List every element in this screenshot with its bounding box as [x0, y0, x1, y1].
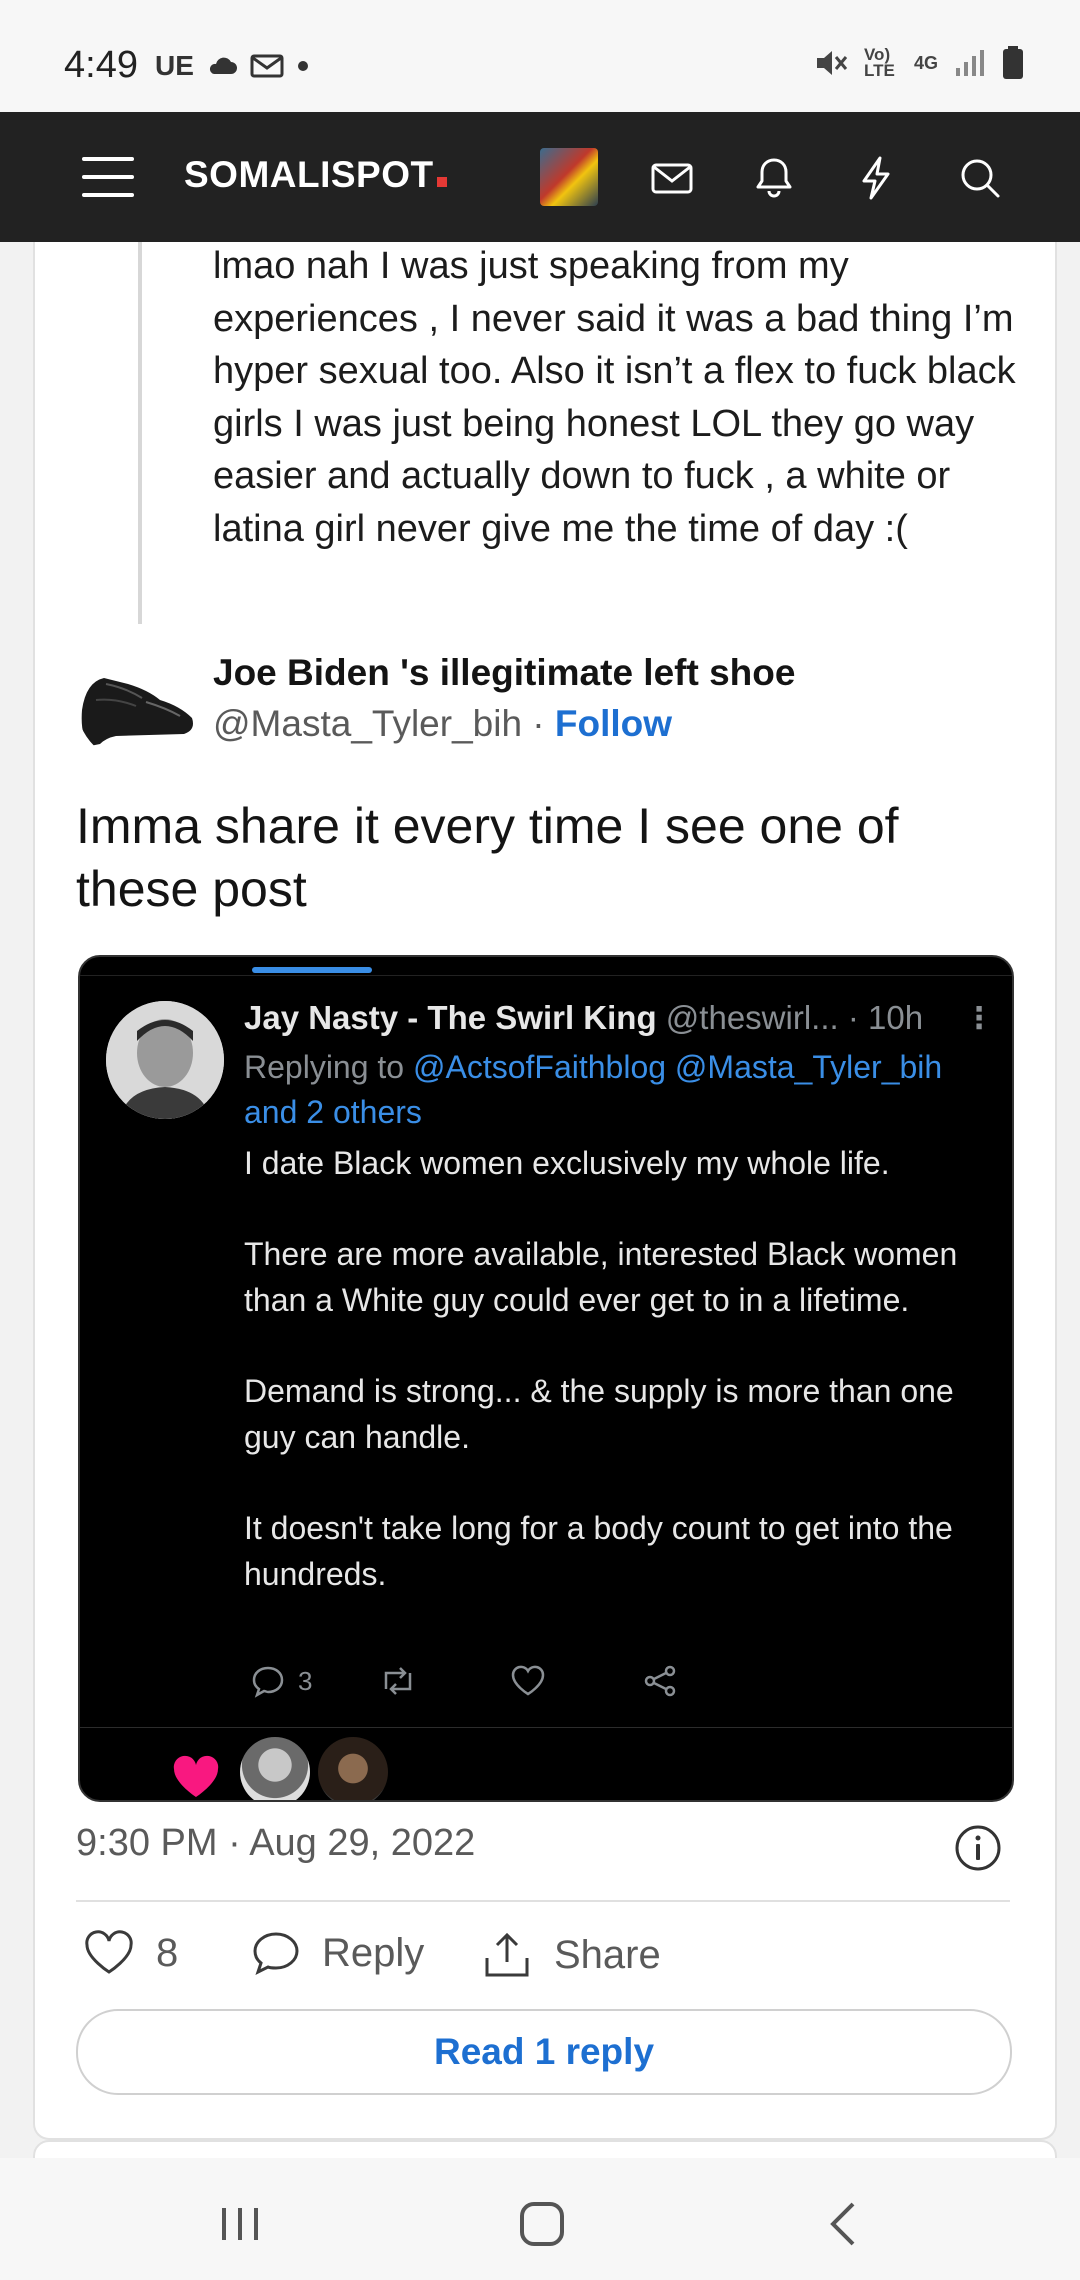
- heart-outline-icon: [511, 1665, 545, 1696]
- author-handle[interactable]: @Masta_Tyler_bih: [213, 703, 522, 744]
- mail-icon[interactable]: [648, 154, 696, 202]
- signal-icon: [956, 50, 984, 76]
- reply-button[interactable]: Reply: [252, 1930, 424, 1976]
- handle-separator: ·: [522, 703, 555, 744]
- replying-mentions: @ActsofFaithblog @Masta_Tyler_bih: [412, 1049, 943, 1085]
- reply-label: Reply: [322, 1930, 425, 1975]
- embed-reply-count: 3: [298, 1665, 313, 1696]
- menu-icon[interactable]: [82, 157, 134, 197]
- embed-avatar-image: [106, 1001, 224, 1119]
- embed-paragraph: Demand is strong... & the supply is more…: [244, 1373, 954, 1455]
- info-icon[interactable]: [954, 1824, 1002, 1872]
- cloud-icon: [209, 57, 237, 74]
- shoe-avatar-image: [76, 640, 200, 764]
- actions-divider: [76, 1900, 1010, 1902]
- more-vertical-icon: ⋮: [964, 1002, 994, 1035]
- quoted-post-text: lmao nah I was just speaking from my exp…: [213, 245, 1016, 550]
- embed-replying-to: Replying to @ActsofFaithblog @Masta_Tyle…: [244, 1045, 984, 1135]
- image-progress-indicator: [252, 967, 372, 973]
- share-button[interactable]: Share: [482, 1930, 661, 1980]
- heart-icon: [85, 1930, 133, 1974]
- status-notification-icons: UE: [155, 50, 310, 82]
- read-replies-button[interactable]: Read 1 reply: [76, 2009, 1012, 2095]
- embedded-tweet-image[interactable]: Jay Nasty - The Swirl King @theswirl... …: [78, 955, 1014, 1802]
- share-upload-icon: [485, 1932, 529, 1977]
- site-logo-text: SOMALISPOT: [184, 154, 434, 195]
- status-bar: 4:49 UE Vo) LTE 4G: [0, 0, 1080, 112]
- embed-like-action: [510, 1663, 546, 1697]
- status-system-icons: Vo) LTE 4G: [814, 46, 1024, 80]
- share-label: Share: [554, 1932, 661, 1977]
- system-nav-bar: [0, 2158, 1080, 2280]
- embed-share-action: [642, 1663, 678, 1699]
- embed-reply-action: 3: [250, 1663, 312, 1699]
- author-name[interactable]: Joe Biden 's illegitimate left shoe: [213, 652, 795, 694]
- recent-apps-icon[interactable]: [210, 2194, 270, 2254]
- embed-time: · 10h: [847, 999, 924, 1036]
- heart-filled-icon: [173, 1755, 219, 1797]
- liker-avatar: [318, 1737, 388, 1800]
- embed-top-divider: [80, 975, 1012, 976]
- reply-bubble-icon: [253, 1932, 299, 1975]
- embed-action-row: 3: [250, 1663, 990, 1707]
- embed-retweet-action: [378, 1663, 418, 1699]
- replying-others: and 2 others: [244, 1094, 422, 1130]
- network-label: 4G: [913, 52, 938, 73]
- home-icon[interactable]: [512, 2194, 572, 2254]
- volte-label: Vo) LTE: [863, 45, 895, 80]
- mute-icon: [816, 51, 848, 75]
- replying-prefix: Replying to: [244, 1049, 405, 1085]
- bell-icon[interactable]: [750, 154, 798, 202]
- retweet-icon: [384, 1667, 412, 1695]
- battery-icon: [1003, 46, 1023, 79]
- post-timestamp: 9:30 PM · Aug 29, 2022: [76, 1822, 476, 1864]
- dot-icon: [297, 61, 308, 71]
- embed-author-line: Jay Nasty - The Swirl King @theswirl... …: [244, 999, 923, 1037]
- like-count: 8: [156, 1930, 179, 1975]
- embed-paragraph: There are more available, interested Bla…: [244, 1236, 958, 1318]
- embed-tweet-body: I date Black women exclusively my whole …: [244, 1140, 984, 1642]
- logo-dot: [436, 177, 447, 187]
- like-button[interactable]: 8: [84, 1930, 178, 1976]
- embed-paragraph: I date Black women exclusively my whole …: [244, 1145, 890, 1181]
- search-icon[interactable]: [956, 154, 1004, 202]
- embed-author-avatar: [106, 1001, 224, 1119]
- liker-avatar: [240, 1737, 310, 1800]
- embed-paragraph: It doesn't take long for a body count to…: [244, 1510, 953, 1592]
- app-header: SOMALISPOT: [0, 112, 1080, 242]
- avatar[interactable]: [540, 148, 598, 206]
- site-logo[interactable]: SOMALISPOT: [184, 154, 447, 196]
- back-icon[interactable]: [815, 2194, 875, 2254]
- thread-line: [138, 242, 142, 624]
- post-text: Imma share it every time I see one of th…: [76, 798, 899, 917]
- bolt-icon[interactable]: [852, 154, 900, 202]
- embed-author-name: Jay Nasty - The Swirl King: [244, 999, 657, 1036]
- embed-bottom-divider: [80, 1727, 1012, 1728]
- author-avatar[interactable]: [76, 640, 200, 764]
- follow-button[interactable]: Follow: [555, 703, 672, 744]
- share-nodes-icon: [644, 1665, 676, 1697]
- embed-author-handle: @theswirl...: [665, 999, 839, 1036]
- mail-notification-icon: [250, 54, 284, 78]
- comment-icon: [252, 1666, 284, 1698]
- status-time: 4:49: [64, 44, 138, 86]
- carrier-label: UE: [155, 50, 194, 81]
- author-handle-line: @Masta_Tyler_bih · Follow: [213, 703, 672, 745]
